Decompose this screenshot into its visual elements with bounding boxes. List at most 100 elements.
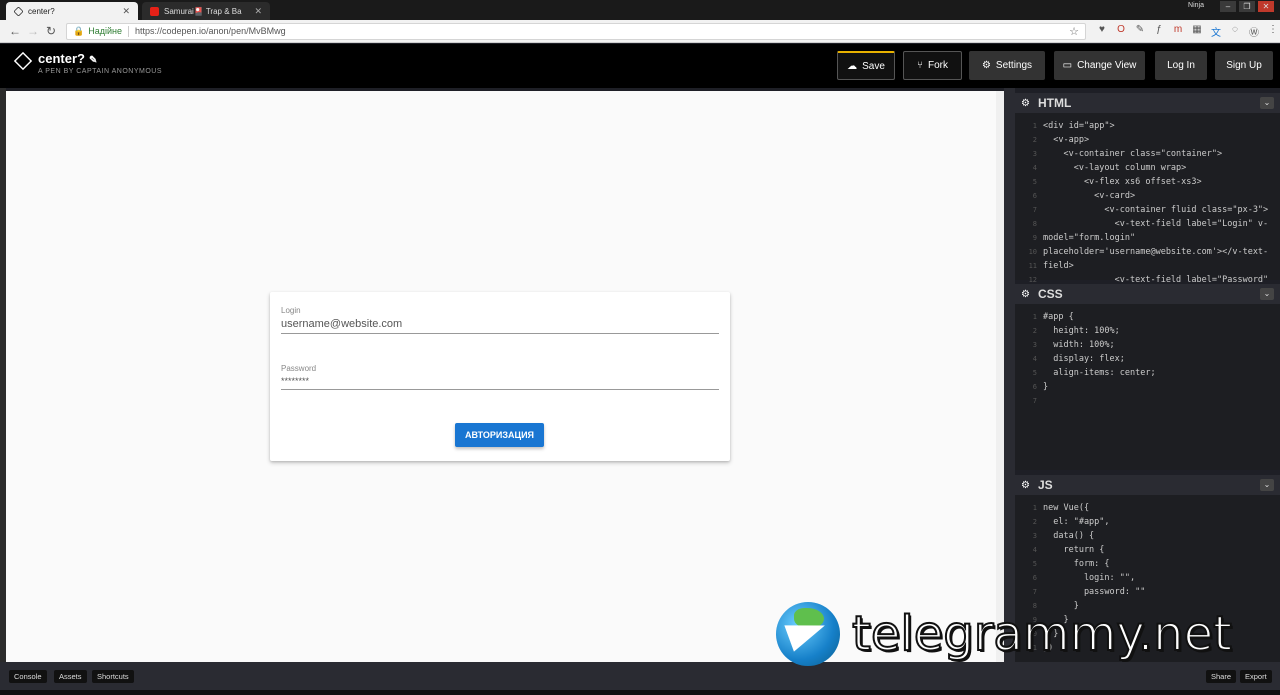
change-view-button[interactable]: ▭ Change View <box>1054 51 1145 80</box>
secure-label: Надійне <box>88 26 122 36</box>
line-number: 6 <box>1032 192 1037 200</box>
code-text: <div id="app"> <box>1043 121 1115 131</box>
line-number: 10 <box>1028 248 1037 256</box>
code-line: 4 return { <box>1015 543 1280 557</box>
signup-button[interactable]: Sign Up <box>1215 51 1273 80</box>
code-text: model="form.login" <box>1043 233 1136 243</box>
minimize-icon[interactable]: – <box>1220 1 1236 12</box>
line-number: 4 <box>1032 164 1037 172</box>
taskbar <box>0 690 1280 695</box>
layout-icon: ▭ <box>1062 60 1073 71</box>
tab-youtube[interactable]: Samurai🎴 Trap & Ba ✕ <box>142 2 270 20</box>
profile-name[interactable]: Ninja <box>1188 2 1204 9</box>
code-text: new Vue({ <box>1043 503 1090 513</box>
chevron-down-icon[interactable]: ⌄ <box>1260 97 1274 109</box>
mail-icon[interactable]: m <box>1172 24 1184 39</box>
qr-icon[interactable]: ▦ <box>1191 24 1203 39</box>
tab-codepen[interactable]: center? ✕ <box>6 2 138 20</box>
window-controls: – ❐ ✕ <box>1220 1 1274 12</box>
watermark: telegrammy.net <box>776 602 1266 668</box>
function-icon[interactable]: ƒ <box>1153 24 1165 39</box>
html-code[interactable]: 1 <div id="app"> 2 <v-app> 3 <v-container c… <box>1015 113 1280 287</box>
login-input[interactable]: username@website.com <box>281 318 719 330</box>
code-line: 6 login: "", <box>1015 571 1280 585</box>
bulb-icon[interactable]: ◌ <box>1229 24 1241 39</box>
codepen-header: center? ✎ A PEN BY CAPTAIN ANONYMOUS ☁ Sa… <box>0 44 1280 88</box>
tab-title: Samurai🎴 Trap & Ba <box>164 6 242 16</box>
eyedropper-icon[interactable]: ✎ <box>1134 24 1146 39</box>
pencil-icon[interactable]: ✎ <box>89 55 97 66</box>
line-number: 2 <box>1032 136 1037 144</box>
settings-label: Settings <box>995 60 1033 71</box>
css-code[interactable]: 1 #app {2 height: 100%; 3 width: 100%; 4 di… <box>1015 304 1280 408</box>
reload-icon[interactable]: ↻ <box>42 24 60 38</box>
export-button[interactable]: Export <box>1240 670 1272 683</box>
code-text: placeholder='username@website.com'></v-t… <box>1043 247 1269 257</box>
line-number: 4 <box>1032 355 1037 363</box>
code-line: 9 model="form.login" <box>1015 231 1280 245</box>
pocket-icon[interactable]: ♥ <box>1096 24 1108 39</box>
gear-icon[interactable]: ⚙ <box>1021 289 1030 300</box>
password-input[interactable]: ******** <box>281 376 719 386</box>
code-line: 3 data() { <box>1015 529 1280 543</box>
close-tab-icon[interactable]: ✕ <box>122 6 130 17</box>
code-text: data() { <box>1043 531 1095 541</box>
line-number: 7 <box>1032 206 1037 214</box>
gear-icon[interactable]: ⚙ <box>1021 480 1030 491</box>
code-text: field> <box>1043 261 1074 271</box>
url-input[interactable]: 🔒 Надійне https://codepen.io/anon/pen/Mv… <box>66 22 1086 40</box>
line-number: 5 <box>1032 178 1037 186</box>
login-button[interactable]: Log In <box>1155 51 1207 80</box>
code-line: 6} <box>1015 380 1280 394</box>
opera-icon[interactable]: O <box>1115 24 1127 39</box>
css-editor-header: ⚙ CSS ⌄ <box>1015 284 1280 304</box>
html-editor: ⚙ HTML ⌄ 1 <div id="app"> 2 <v-app> 3 <v-co… <box>1015 93 1280 285</box>
cloud-icon: ☁ <box>847 60 858 72</box>
divider <box>127 25 129 37</box>
url-text: https://codepen.io/anon/pen/MvBMwg <box>134 26 286 36</box>
code-text: align-items: center; <box>1043 368 1156 378</box>
gear-icon[interactable]: ⚙ <box>1021 98 1030 109</box>
password-field[interactable]: Password ******** <box>281 364 719 390</box>
close-window-icon[interactable]: ✕ <box>1258 1 1274 12</box>
share-button[interactable]: Share <box>1206 670 1237 683</box>
code-line: 4 display: flex; <box>1015 352 1280 366</box>
assets-button[interactable]: Assets <box>54 670 87 683</box>
code-text: form: { <box>1043 559 1110 569</box>
codepen-logo-icon[interactable] <box>13 51 33 71</box>
chevron-down-icon[interactable]: ⌄ <box>1260 288 1274 300</box>
line-number: 1 <box>1032 122 1037 130</box>
login-field[interactable]: Login username@website.com <box>281 306 719 334</box>
wordpress-icon[interactable]: Ⓦ <box>1248 24 1260 39</box>
preview-scrollbar[interactable] <box>996 91 1004 662</box>
resize-divider[interactable] <box>1004 88 1015 662</box>
save-button[interactable]: ☁ Save <box>837 51 895 80</box>
code-line: 5 form: { <box>1015 557 1280 571</box>
pen-title[interactable]: center? ✎ <box>38 51 97 66</box>
fork-button[interactable]: ⑂ Fork <box>903 51 962 80</box>
code-text: } <box>1043 382 1049 392</box>
line-number: 2 <box>1032 518 1037 526</box>
watermark-text: telegrammy.net <box>851 605 1233 663</box>
shortcuts-button[interactable]: Shortcuts <box>92 670 134 683</box>
close-tab-icon[interactable]: ✕ <box>254 6 262 17</box>
code-line: 1 <div id="app"> <box>1015 119 1280 133</box>
line-number: 6 <box>1032 574 1037 582</box>
settings-button[interactable]: ⚙ Settings <box>969 51 1045 80</box>
forward-icon[interactable]: → <box>24 24 42 38</box>
code-text: <v-layout column wrap> <box>1043 163 1187 173</box>
fork-icon: ⑂ <box>917 60 923 71</box>
console-button[interactable]: Console <box>9 670 47 683</box>
auth-button[interactable]: АВТОРИЗАЦИЯ <box>455 423 544 447</box>
translate-icon[interactable]: 文 <box>1210 24 1222 39</box>
code-text: return { <box>1043 545 1105 555</box>
chevron-down-icon[interactable]: ⌄ <box>1260 479 1274 491</box>
bookmark-star-icon[interactable]: ☆ <box>1069 25 1079 38</box>
maximize-icon[interactable]: ❐ <box>1239 1 1255 12</box>
line-number: 1 <box>1032 313 1037 321</box>
fork-label: Fork <box>928 60 948 71</box>
preview-pane: Login username@website.com Password ****… <box>6 91 1004 662</box>
menu-icon[interactable]: ⋮ <box>1267 24 1279 39</box>
password-label: Password <box>281 364 317 373</box>
back-icon[interactable]: ← <box>6 24 24 38</box>
